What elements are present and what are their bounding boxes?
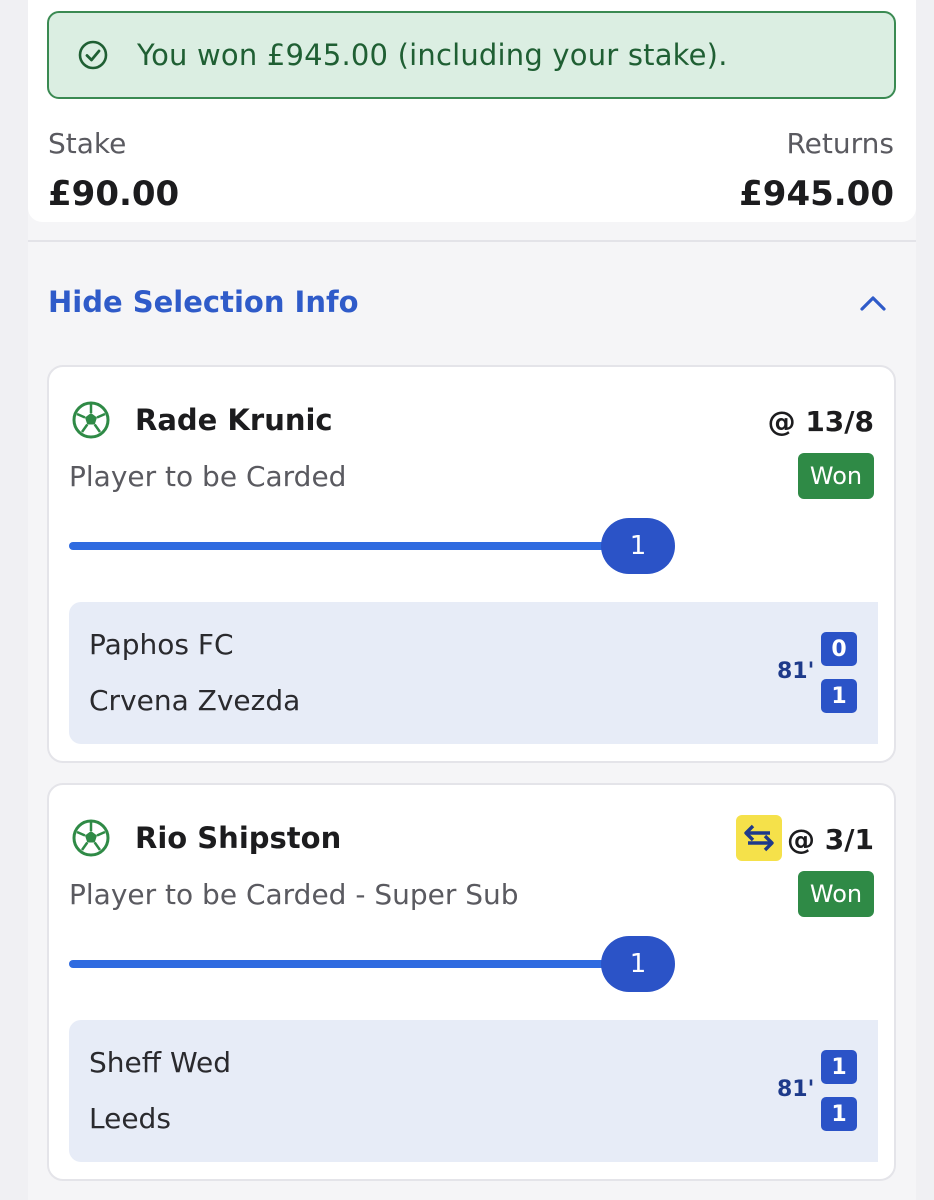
stake-label: Stake	[48, 127, 127, 160]
check-circle-icon	[78, 40, 108, 70]
away-score: 1	[821, 1097, 857, 1131]
home-team: Sheff Wed	[89, 1046, 231, 1079]
away-score: 1	[821, 679, 857, 713]
away-team: Leeds	[89, 1102, 171, 1135]
divider	[28, 240, 916, 242]
selection-player-name: Rio Shipston	[135, 821, 342, 855]
progress-value: 1	[601, 518, 675, 574]
selection-player-name: Rade Krunic	[135, 403, 333, 437]
home-team: Paphos FC	[89, 628, 234, 661]
super-sub-swap-icon	[736, 815, 782, 861]
returns-label: Returns	[786, 127, 894, 160]
hide-selection-info-link[interactable]: Hide Selection Info	[48, 285, 359, 319]
match-info: Paphos FC Crvena Zvezda 81' 0 1	[69, 602, 878, 744]
away-team: Crvena Zvezda	[89, 684, 301, 717]
win-banner: You won £945.00 (including your stake).	[47, 11, 896, 99]
match-minute: 81'	[777, 1077, 815, 1102]
win-message: You won £945.00 (including your stake).	[137, 38, 728, 72]
progress-track	[69, 960, 639, 968]
selection-card[interactable]: Rio Shipston @ 3/1 Player to be Carded -…	[47, 783, 896, 1181]
chevron-up-icon[interactable]	[858, 292, 888, 314]
selection-market: Player to be Carded - Super Sub	[69, 878, 519, 911]
stake-value: £90.00	[48, 174, 180, 214]
selection-odds: @ 3/1	[787, 823, 874, 856]
progress-value: 1	[601, 936, 675, 992]
status-badge: Won	[798, 453, 874, 499]
selection-market: Player to be Carded	[69, 460, 347, 493]
football-icon	[72, 819, 110, 857]
football-icon	[72, 401, 110, 439]
progress-track	[69, 542, 639, 550]
home-score: 1	[821, 1050, 857, 1084]
returns-value: £945.00	[739, 174, 894, 214]
selection-card[interactable]: Rade Krunic @ 13/8 Player to be Carded W…	[47, 365, 896, 763]
match-info: Sheff Wed Leeds 81' 1 1	[69, 1020, 878, 1162]
match-minute: 81'	[777, 659, 815, 684]
home-score: 0	[821, 632, 857, 666]
status-badge: Won	[798, 871, 874, 917]
selection-odds: @ 13/8	[767, 405, 874, 438]
